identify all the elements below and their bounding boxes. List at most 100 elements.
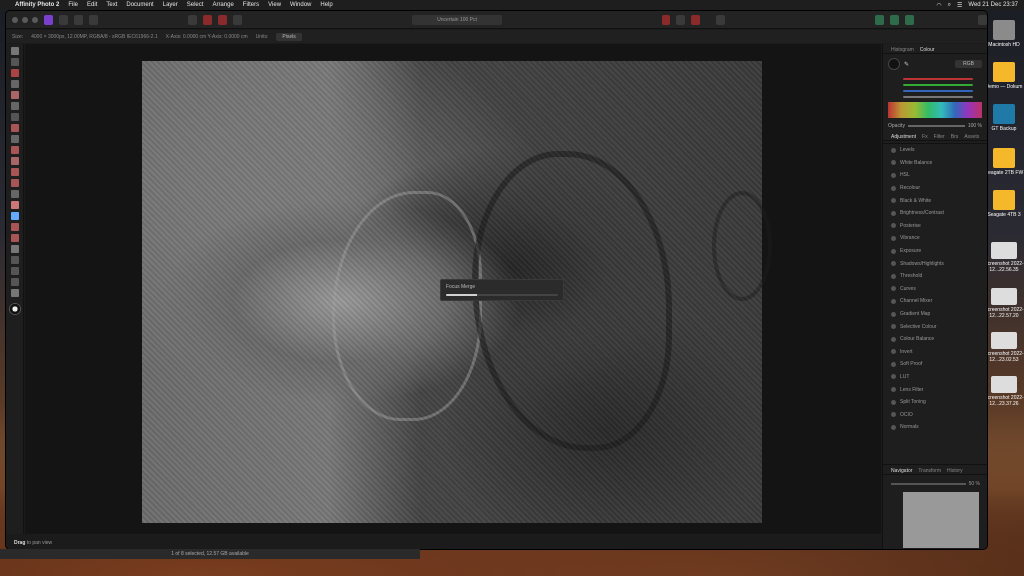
zoom-icon[interactable] (32, 16, 38, 23)
adjustment-item[interactable]: Invert (883, 346, 987, 359)
move-tool-icon[interactable] (10, 47, 19, 55)
adjustment-item[interactable]: Threshold (883, 270, 987, 283)
adjustment-item[interactable]: Brightness/Contrast (883, 207, 987, 220)
snapping-icon[interactable] (905, 14, 915, 25)
snapping-icon[interactable] (875, 14, 885, 25)
desktop-icon[interactable]: GT Backup (984, 104, 1024, 132)
adjustment-item[interactable]: Lens Filter (883, 383, 987, 396)
zoom-slider[interactable] (891, 483, 966, 485)
menu-app-name[interactable]: Affinity Photo 2 (15, 2, 59, 8)
menu-filters[interactable]: Filters (243, 2, 259, 8)
tab-fx[interactable]: Fx (922, 134, 928, 140)
wifi-icon[interactable]: ◠ (936, 2, 941, 9)
menu-file[interactable]: File (68, 2, 78, 8)
control-center-icon[interactable]: ☰ (957, 2, 962, 9)
colour-mode-select[interactable]: RGB (955, 60, 982, 68)
colour-spectrum[interactable] (888, 102, 982, 118)
desktop-icon[interactable]: Screenshot 2022-12...23.02.53 (984, 332, 1024, 363)
toolbar-action-icon[interactable] (676, 14, 686, 25)
selection-brush-icon[interactable] (10, 91, 19, 99)
adjustment-item[interactable]: White Balance (883, 157, 987, 170)
dodge-tool-icon[interactable] (10, 168, 19, 176)
erase-brush-icon[interactable] (10, 146, 19, 154)
sharpen-brush-icon[interactable] (10, 212, 19, 220)
tab-brushes[interactable]: Brs (951, 134, 959, 140)
tab-adjustment[interactable]: Adjustment (891, 134, 916, 140)
green-slider[interactable] (903, 84, 973, 86)
desktop-icon[interactable]: Screenshot 2022-12...22.57.20 (984, 288, 1024, 319)
desktop-icon[interactable]: Screenshot 2022-12...23.37.26 (984, 376, 1024, 407)
toolbar-action-icon[interactable] (232, 14, 242, 25)
search-icon[interactable]: ⌕ (948, 2, 951, 9)
adjustment-item[interactable]: LUT (883, 371, 987, 384)
toolbar-action-icon[interactable] (691, 14, 701, 25)
minimize-icon[interactable] (22, 16, 28, 23)
mesh-warp-icon[interactable] (10, 234, 19, 242)
opacity-slider[interactable] (907, 125, 965, 127)
hand-tool-icon[interactable] (10, 289, 19, 297)
eyedropper-icon[interactable]: ✎ (904, 61, 909, 68)
crop-tool-icon[interactable] (10, 80, 19, 88)
toolbar-action-icon[interactable] (661, 14, 671, 25)
adjustment-item[interactable]: HSL (883, 169, 987, 182)
flood-select-icon[interactable] (10, 102, 19, 110)
liquify-persona-icon[interactable] (58, 14, 68, 25)
close-icon[interactable] (12, 16, 18, 23)
alpha-slider[interactable] (903, 96, 973, 98)
menu-arrange[interactable]: Arrange (212, 2, 233, 8)
tab-colour[interactable]: Colour (920, 47, 935, 53)
document-menu[interactable]: Uncertain 100 Pct (412, 15, 502, 25)
menu-view[interactable]: View (268, 2, 281, 8)
adjustment-item[interactable]: OCIO (883, 408, 987, 421)
opacity-value[interactable]: 100 % (968, 123, 982, 129)
tab-transform[interactable]: Transform (918, 468, 941, 474)
clone-tool-icon[interactable] (10, 179, 19, 187)
adjustment-item[interactable]: Selective Colour (883, 320, 987, 333)
text-tool-icon[interactable] (10, 267, 19, 275)
view-tool-icon[interactable] (10, 58, 19, 66)
tab-history[interactable]: History (947, 468, 963, 474)
menu-edit[interactable]: Edit (87, 2, 97, 8)
snapping-icon[interactable] (890, 14, 900, 25)
adjustment-item[interactable]: Levels (883, 144, 987, 157)
clock[interactable]: Wed 21 Dec 23:37 (968, 2, 1018, 8)
desktop-icon[interactable]: Screenshot 2022-12...22.56.35 (984, 242, 1024, 273)
adjustment-item[interactable]: Soft Proof (883, 358, 987, 371)
adjustment-item[interactable]: Curves (883, 283, 987, 296)
adjustment-item[interactable]: Recolour (883, 182, 987, 195)
adjustment-item[interactable]: Black & White (883, 194, 987, 207)
freehand-select-icon[interactable] (10, 124, 19, 132)
menu-text[interactable]: Text (106, 2, 117, 8)
paint-brush-icon[interactable] (10, 135, 19, 143)
adjustment-item[interactable]: Shadows/Highlights (883, 257, 987, 270)
adjustment-item[interactable]: Colour Balance (883, 333, 987, 346)
units-select[interactable]: Pixels (276, 32, 302, 41)
desktop-icon[interactable]: Demo — Dokum (984, 62, 1024, 90)
tone-map-persona-icon[interactable] (88, 14, 98, 25)
adjustment-item[interactable]: Gradient Map (883, 308, 987, 321)
tab-navigator[interactable]: Navigator (891, 468, 912, 474)
menu-document[interactable]: Document (126, 2, 153, 8)
blue-slider[interactable] (903, 90, 973, 92)
desktop-icon[interactable]: Macintosh HD (984, 20, 1024, 48)
menu-help[interactable]: Help (320, 2, 332, 8)
adjustment-item[interactable]: Vibrance (883, 232, 987, 245)
red-slider[interactable] (903, 78, 973, 80)
tab-assets[interactable]: Assets (964, 134, 979, 140)
navigator-preview[interactable] (903, 492, 979, 548)
primary-colour-icon[interactable] (888, 58, 900, 70)
menu-window[interactable]: Window (290, 2, 311, 8)
adjustment-item[interactable]: Posterise (883, 220, 987, 233)
fill-tool-icon[interactable] (10, 157, 19, 165)
tab-histogram[interactable]: Histogram (891, 47, 914, 53)
assistant-icon[interactable] (716, 14, 726, 25)
blur-brush-icon[interactable] (10, 201, 19, 209)
adjustment-item[interactable]: Normals (883, 421, 987, 434)
color-picker-icon[interactable] (10, 69, 19, 77)
adjustment-item[interactable]: Exposure (883, 245, 987, 258)
canvas-area[interactable]: Focus Merge (25, 44, 881, 534)
photo-persona-icon[interactable] (44, 14, 53, 25)
desktop-icon[interactable]: Seagate 4TB 3 (984, 190, 1024, 218)
adjustment-item[interactable]: Channel Mixer (883, 295, 987, 308)
healing-brush-icon[interactable] (10, 190, 19, 198)
